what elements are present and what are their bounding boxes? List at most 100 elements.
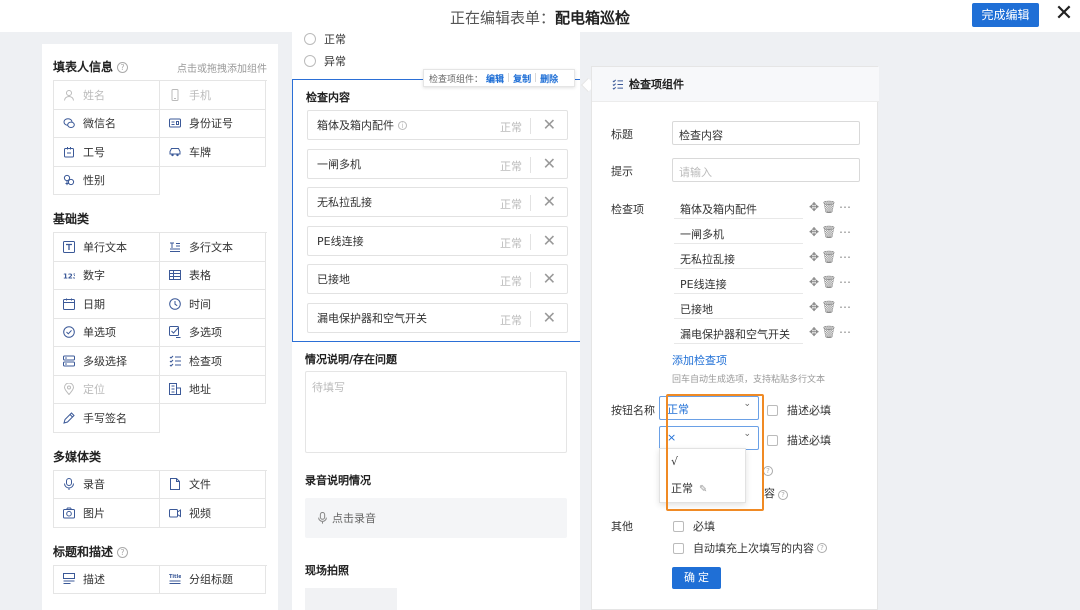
check-item-input[interactable]: 漏电保护器和空气开关 [674, 322, 803, 344]
more-icon[interactable]: ⋯ [839, 250, 851, 264]
palette-item[interactable]: 性别 [54, 166, 160, 195]
button1-select[interactable]: 正常 ⌄ [659, 396, 759, 420]
check-item-status[interactable]: 正常 [500, 312, 522, 328]
palette-item[interactable]: 录音 [54, 470, 160, 499]
describe-required-checkbox-1[interactable]: 描述必填 [767, 402, 831, 418]
drag-handle-icon[interactable]: ✥ [809, 275, 819, 289]
palette-item[interactable]: 手写签名 [54, 404, 160, 433]
hint-input[interactable]: 请输入 [672, 158, 860, 182]
check-item-status[interactable]: 正常 [500, 119, 522, 135]
selected-check-component[interactable]: 检查内容 箱体及箱内配件 i 正常 ✕ 一闸多机 正常 ✕ 无私拉乱接 正常 ✕ PE线连接 正常 ✕ 已… [292, 79, 580, 342]
title-input[interactable]: 检查内容 [672, 121, 860, 145]
trash-icon[interactable]: 🗑 [821, 300, 836, 314]
more-icon[interactable]: ⋯ [839, 325, 851, 339]
palette-item[interactable]: 表格 [160, 261, 266, 290]
palette-item[interactable]: 多选项 [160, 318, 266, 347]
check-item-row[interactable]: PE线连接 正常 ✕ [307, 225, 568, 256]
check-item-status[interactable]: 正常 [500, 196, 522, 212]
trash-icon[interactable]: 🗑 [821, 325, 836, 339]
check-item-row[interactable]: 箱体及箱内配件 i 正常 ✕ [307, 110, 568, 140]
close-icon[interactable]: ✕ [543, 154, 556, 173]
palette-item-label: 微信名 [83, 117, 116, 131]
more-icon[interactable]: ⋯ [839, 200, 851, 214]
describe-required-checkbox-2[interactable]: 描述必填 [767, 432, 831, 448]
palette-item[interactable]: 微信名 [54, 109, 160, 138]
more-icon[interactable]: ⋯ [839, 300, 851, 314]
palette-item[interactable]: 时间 [160, 290, 266, 319]
dropdown-option-check[interactable]: √ [671, 455, 678, 468]
close-icon[interactable]: ✕ [543, 231, 556, 250]
trash-icon[interactable]: 🗑 [821, 275, 836, 289]
check-item-input[interactable]: 已接地 [674, 297, 803, 319]
palette-item[interactable]: 地址 [160, 375, 266, 404]
check-item-input[interactable]: PE线连接 [674, 272, 803, 294]
palette-item[interactable]: 车牌 [160, 138, 266, 167]
palette-item[interactable]: 检查项 [160, 347, 266, 376]
finish-editing-button[interactable]: 完成编辑 [972, 3, 1039, 27]
radio-option[interactable]: 正常 [304, 32, 346, 47]
palette-item[interactable]: 身份证号 [160, 109, 266, 138]
copy-link[interactable]: 复制 [513, 72, 531, 85]
check-item-input[interactable]: 无私拉乱接 [674, 247, 803, 269]
drag-handle-icon[interactable]: ✥ [809, 200, 819, 214]
check-item-row[interactable]: 一闸多机 正常 ✕ [307, 148, 568, 179]
add-check-item-link[interactable]: 添加检查项 [672, 352, 727, 368]
drag-handle-icon[interactable]: ✥ [809, 325, 819, 339]
palette-item[interactable]: 日期 [54, 290, 160, 319]
palette-item[interactable]: 描述 [54, 565, 160, 594]
more-icon[interactable]: ⋯ [839, 225, 851, 239]
palette-item[interactable]: 123 数字 [54, 261, 160, 290]
check-item-input[interactable]: 箱体及箱内配件 [674, 197, 803, 219]
check-item-input[interactable]: 一闸多机 [674, 222, 803, 244]
radio-option[interactable]: 异常 [304, 53, 346, 69]
section-title: 填表人信息 [53, 60, 114, 74]
palette-item[interactable]: 视频 [160, 499, 266, 528]
pencil-icon[interactable]: ✎ [699, 484, 707, 495]
more-icon[interactable]: ⋯ [839, 275, 851, 289]
dropdown-option-normal[interactable]: 正常 ✎ [671, 480, 707, 496]
check-item-status[interactable]: 正常 [500, 273, 522, 289]
drag-handle-icon[interactable]: ✥ [809, 300, 819, 314]
trash-icon[interactable]: 🗑 [821, 225, 836, 239]
close-icon[interactable]: ✕ [543, 308, 556, 327]
situation-textarea[interactable]: 待填写 [305, 371, 567, 453]
check-item-row[interactable]: 已接地 正常 ✕ [307, 264, 568, 294]
palette-item-label: 定位 [83, 383, 105, 397]
palette-grid: 姓名 手机 微信名 身份证号 工号 车牌 性别 [53, 80, 267, 195]
badge-icon [63, 146, 75, 158]
svg-text:123: 123 [63, 273, 75, 281]
confirm-button[interactable]: 确 定 [672, 567, 721, 589]
close-icon[interactable]: ✕ [543, 115, 556, 134]
drag-handle-icon[interactable]: ✥ [809, 225, 819, 239]
palette-item[interactable]: Title 分组标题 [160, 565, 266, 594]
palette-item[interactable]: 多级选择 [54, 347, 160, 376]
autofill-checkbox[interactable]: 自动填充上次填写的内容? [673, 540, 827, 556]
palette-item[interactable]: 单行文本 [54, 233, 160, 262]
palette-item[interactable]: 文件 [160, 470, 266, 499]
palette-item[interactable]: 工号 [54, 138, 160, 167]
trash-icon[interactable]: 🗑 [821, 200, 836, 214]
drag-handle-icon[interactable]: ✥ [809, 250, 819, 264]
help-icon[interactable]: ? [117, 62, 129, 73]
edit-link[interactable]: 编辑 [486, 72, 504, 85]
delete-link[interactable]: 删除 [540, 72, 558, 85]
check-item-status[interactable]: 正常 [500, 235, 522, 251]
check-item-status[interactable]: 正常 [500, 158, 522, 174]
close-icon[interactable]: ✕ [1052, 2, 1076, 28]
check-item-row[interactable]: 漏电保护器和空气开关 正常 ✕ [307, 302, 568, 333]
panel-header: 检查项组件 [592, 67, 879, 102]
palette-item[interactable]: 单选项 [54, 318, 160, 347]
trash-icon[interactable]: 🗑 [821, 250, 836, 264]
record-button[interactable]: 点击录音 [305, 498, 567, 538]
button2-select[interactable]: × ⌄ [659, 426, 759, 450]
photo-upload[interactable] [305, 588, 397, 610]
section-header: 标题和描述? [53, 543, 267, 561]
close-icon[interactable]: ✕ [543, 192, 556, 211]
palette-item[interactable]: 多行文本 [160, 233, 266, 262]
help-icon[interactable]: ? [117, 546, 129, 558]
check-item-row[interactable]: 无私拉乱接 正常 ✕ [307, 187, 568, 217]
required-checkbox[interactable]: 必填 [673, 518, 715, 534]
palette-item[interactable]: 图片 [54, 499, 160, 528]
close-icon[interactable]: ✕ [543, 269, 556, 288]
file-icon [169, 478, 181, 491]
